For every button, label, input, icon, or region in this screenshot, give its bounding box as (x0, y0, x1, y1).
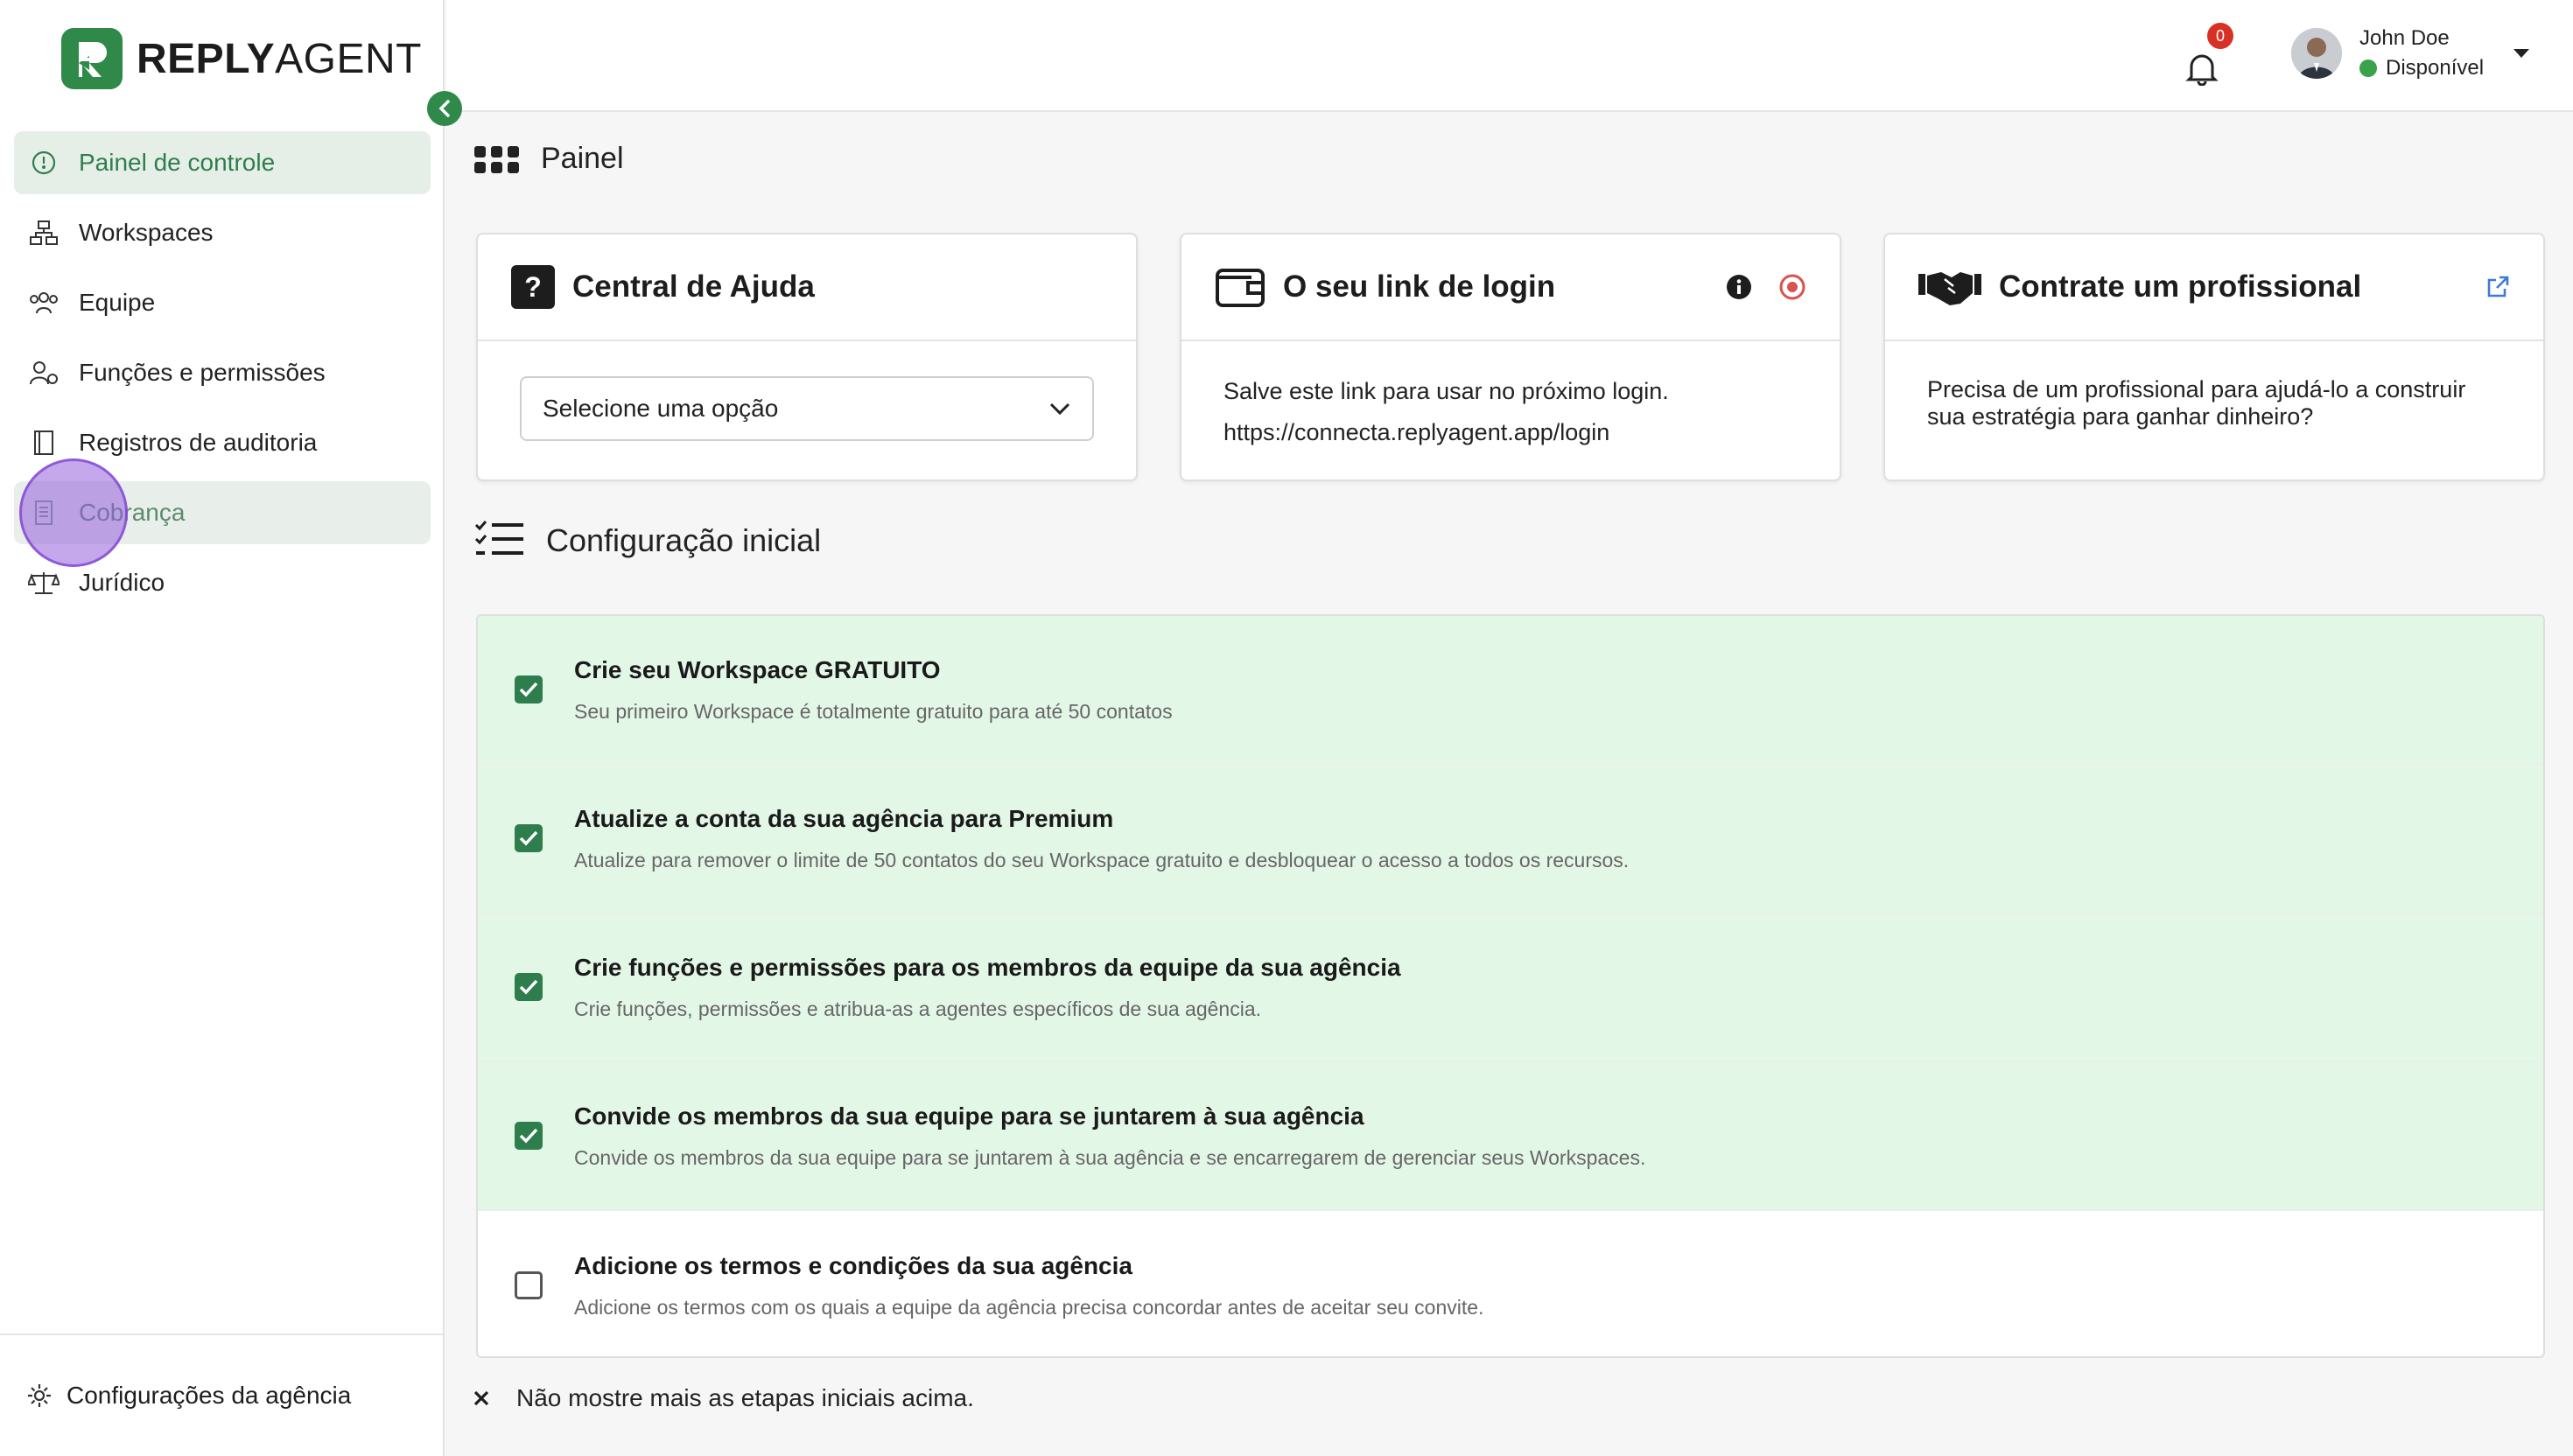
login-link-description: Salve este link para usar no próximo log… (1223, 378, 1669, 404)
user-status: Disponível (2386, 56, 2485, 80)
info-icon[interactable] (1726, 274, 1752, 300)
status-dot (2359, 60, 2377, 77)
workspaces-icon (28, 217, 60, 248)
step-checkbox[interactable] (515, 1122, 543, 1150)
brand-name-light: AGENT (275, 35, 422, 82)
step-description: Adicione os termos com os quais a equipe… (574, 1295, 1484, 1319)
record-icon[interactable] (1778, 273, 1806, 301)
notifications-button[interactable] (2184, 49, 2219, 86)
avatar (2291, 28, 2342, 79)
user-name: John Doe (2359, 26, 2450, 50)
handshake-icon (1918, 267, 1981, 307)
hire-professional-title: Contrate um profissional (1999, 270, 2362, 304)
close-icon (473, 1390, 490, 1407)
setup-checklist: Crie seu Workspace GRATUITO Seu primeiro… (476, 614, 2545, 1358)
step-title: Convide os membros da sua equipe para se… (574, 1102, 1364, 1130)
sidebar-item-painel[interactable]: Painel de controle (14, 131, 431, 194)
step-checkbox[interactable] (515, 1271, 543, 1299)
sidebar-item-workspaces[interactable]: Workspaces (14, 201, 431, 264)
legal-scale-icon (28, 567, 60, 598)
checklist-item: Atualize a conta da sua agência para Pre… (478, 765, 2543, 914)
sidebar-item-label: Funções e permissões (79, 359, 326, 386)
page-title: Painel (474, 142, 624, 176)
step-checkbox[interactable] (515, 973, 543, 1001)
help-topic-select[interactable]: Selecione uma opção (520, 376, 1094, 441)
checklist-item: Adicione os termos e condições da sua ag… (478, 1211, 2543, 1356)
checklist-icon (474, 520, 523, 562)
svg-text:?: ? (524, 271, 542, 303)
checklist-item: Crie seu Workspace GRATUITO Seu primeiro… (478, 616, 2543, 765)
step-checkbox[interactable] (515, 824, 543, 852)
step-title: Adicione os termos e condições da sua ag… (574, 1251, 1132, 1279)
sidebar: REPLYAGENT Painel de controle Workspaces… (0, 0, 445, 1456)
sidebar-item-label: Painel de controle (79, 149, 276, 176)
step-description: Convide os membros da sua equipe para se… (574, 1145, 1646, 1169)
sidebar-collapse-button[interactable] (427, 91, 462, 126)
notification-count-badge: 0 (2207, 23, 2233, 49)
external-link-icon[interactable] (2485, 275, 2510, 299)
wallet-icon (1215, 265, 1265, 309)
click-cursor-indicator (19, 458, 128, 567)
sidebar-item-equipe[interactable]: Equipe (14, 271, 431, 334)
agency-settings-label: Configurações da agência (67, 1382, 352, 1409)
step-description: Crie funções, permissões e atribua-as a … (574, 997, 1261, 1020)
help-center-title: Central de Ajuda (572, 270, 815, 304)
gear-icon (26, 1382, 53, 1409)
login-link-title: O seu link de login (1283, 270, 1556, 304)
replyagent-logo-icon (61, 28, 123, 89)
brand-logo[interactable]: REPLYAGENT (61, 28, 422, 89)
checklist-item: Convide os membros da sua equipe para se… (478, 1062, 2543, 1211)
dashboard-icon (28, 147, 60, 178)
bell-icon (2184, 49, 2219, 86)
question-icon: ? (511, 265, 555, 309)
sidebar-item-label: Jurídico (79, 569, 165, 596)
dashboard-grid-icon (474, 144, 520, 174)
team-icon (28, 287, 60, 318)
step-description: Seu primeiro Workspace é totalmente grat… (574, 699, 1173, 723)
help-topic-select-value: Selecione uma opção (543, 395, 779, 422)
brand-name-bold: REPLY (137, 35, 276, 82)
audit-log-icon (28, 427, 60, 458)
chevron-down-icon (1048, 402, 1071, 416)
sidebar-item-label: Equipe (79, 289, 156, 316)
checklist-item: Crie funções e permissões para os membro… (478, 914, 2543, 1062)
step-description: Atualize para remover o limite de 50 con… (574, 848, 1630, 872)
chevron-left-icon (437, 99, 452, 118)
dismiss-setup-label: Não mostre mais as etapas iniciais acima… (516, 1384, 974, 1411)
agency-settings-link[interactable]: Configurações da agência (0, 1334, 443, 1456)
caret-down-icon[interactable] (2512, 47, 2531, 60)
setup-section-title: Configuração inicial (474, 520, 821, 562)
sidebar-item-label: Workspaces (79, 219, 214, 246)
step-title: Crie seu Workspace GRATUITO (574, 655, 941, 683)
sidebar-item-funcoes[interactable]: Funções e permissões (14, 341, 431, 404)
dismiss-setup-link[interactable]: Não mostre mais as etapas iniciais acima… (473, 1384, 974, 1412)
step-title: Atualize a conta da sua agência para Pre… (574, 804, 1114, 832)
top-bar (446, 0, 2573, 112)
roles-icon (28, 357, 60, 388)
user-menu[interactable]: John Doe Disponível (2291, 26, 2531, 80)
hire-professional-description: Precisa de um profissional para ajudá-lo… (1927, 376, 2466, 430)
setup-section-title-text: Configuração inicial (546, 522, 822, 558)
page-title-text: Painel (541, 142, 624, 175)
step-checkbox[interactable] (515, 676, 543, 704)
login-link-card: O seu link de login Salve este link para… (1180, 233, 1841, 481)
hire-professional-card: Contrate um profissional Precisa de um p… (1883, 233, 2545, 481)
sidebar-item-label: Registros de auditoria (79, 429, 318, 456)
step-title: Crie funções e permissões para os membro… (574, 953, 1401, 981)
help-center-card: ? Central de Ajuda Selecione uma opção (476, 233, 1138, 481)
login-link-url[interactable]: https://connecta.replyagent.app/login (1223, 419, 1798, 446)
